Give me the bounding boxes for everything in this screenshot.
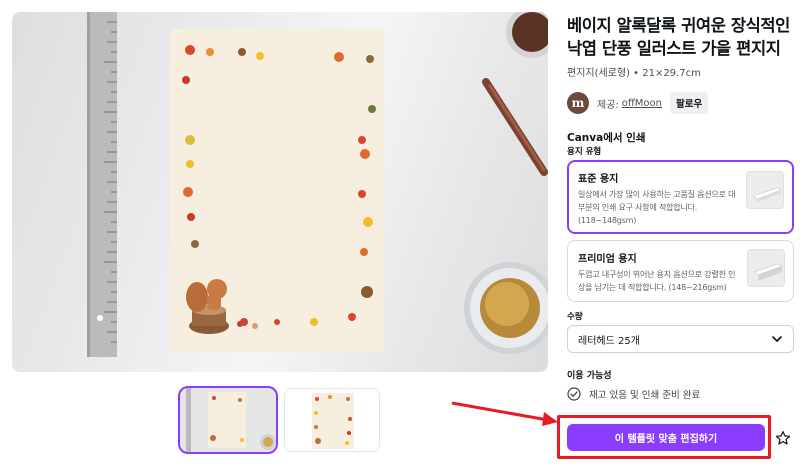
stationery-paper (170, 29, 384, 352)
paper-type-label: 용지 유형 (567, 147, 602, 157)
star-icon (775, 430, 791, 445)
product-title: 베이지 알록달록 귀여운 장식적인 낙엽 단풍 일러스트 가을 편지지 (567, 16, 790, 58)
arrow-annotation-icon (451, 401, 558, 426)
availability-status: 재고 있음 및 인쇄 준비 완료 (589, 390, 701, 401)
pen-illustration (482, 78, 548, 176)
product-meta: 편지지(세로형) • 21×29.7cm (567, 68, 701, 79)
paper-option-premium[interactable]: 프리미엄 용지 두껍고 내구성이 뛰어난 용지 옵션으로 강렬한 인상을 남기는… (567, 240, 794, 302)
favorite-button[interactable] (771, 424, 795, 451)
creator-row: m 제공: offMoon 팔로우 (567, 92, 709, 114)
chevron-down-icon (772, 336, 782, 342)
paper-option-standard[interactable]: 표준 용지 일상에서 가장 많이 사용하는 고품질 옵션으로 대부분의 인쇄 요… (567, 160, 794, 234)
avatar-letter: m (571, 96, 585, 110)
print-heading: Canva에서 인쇄 (567, 132, 646, 144)
thumbnail-photo[interactable] (178, 386, 278, 454)
thumbnail-design[interactable] (284, 388, 380, 452)
creator-by-label: 제공: (597, 99, 619, 111)
paper-stack-image (747, 249, 785, 287)
paper-option-name: 표준 용지 (578, 174, 619, 185)
avatar[interactable]: m (567, 92, 589, 114)
quantity-label: 수량 (567, 312, 583, 322)
coffee-cup-illustration (464, 262, 548, 354)
availability-label: 이용 가능성 (567, 371, 612, 381)
ruler-illustration (87, 12, 117, 357)
paper-stack-image (746, 171, 784, 209)
availability-row: 재고 있음 및 인쇄 준비 완료 (567, 387, 700, 401)
check-circle-icon (567, 387, 581, 401)
quantity-value: 레터헤드 25개 (578, 335, 640, 347)
quantity-select[interactable]: 레터헤드 25개 (567, 325, 794, 353)
jar-illustration (506, 12, 548, 58)
customize-template-button[interactable]: 이 템플릿 맞춤 편집하기 (567, 424, 765, 451)
paper-option-name: 프리미엄 용지 (578, 254, 637, 265)
creator-link[interactable]: offMoon (622, 98, 662, 109)
follow-button[interactable]: 팔로우 (670, 92, 709, 114)
paper-option-description: 일상에서 가장 많이 사용하는 고품질 옵션으로 대부분의 인쇄 요구 사항에 … (578, 190, 736, 225)
paper-option-description: 두껍고 내구성이 뛰어난 용지 옵션으로 강렬한 인상을 남기는 데 적합합니다… (578, 270, 736, 292)
product-preview-image (12, 12, 548, 372)
